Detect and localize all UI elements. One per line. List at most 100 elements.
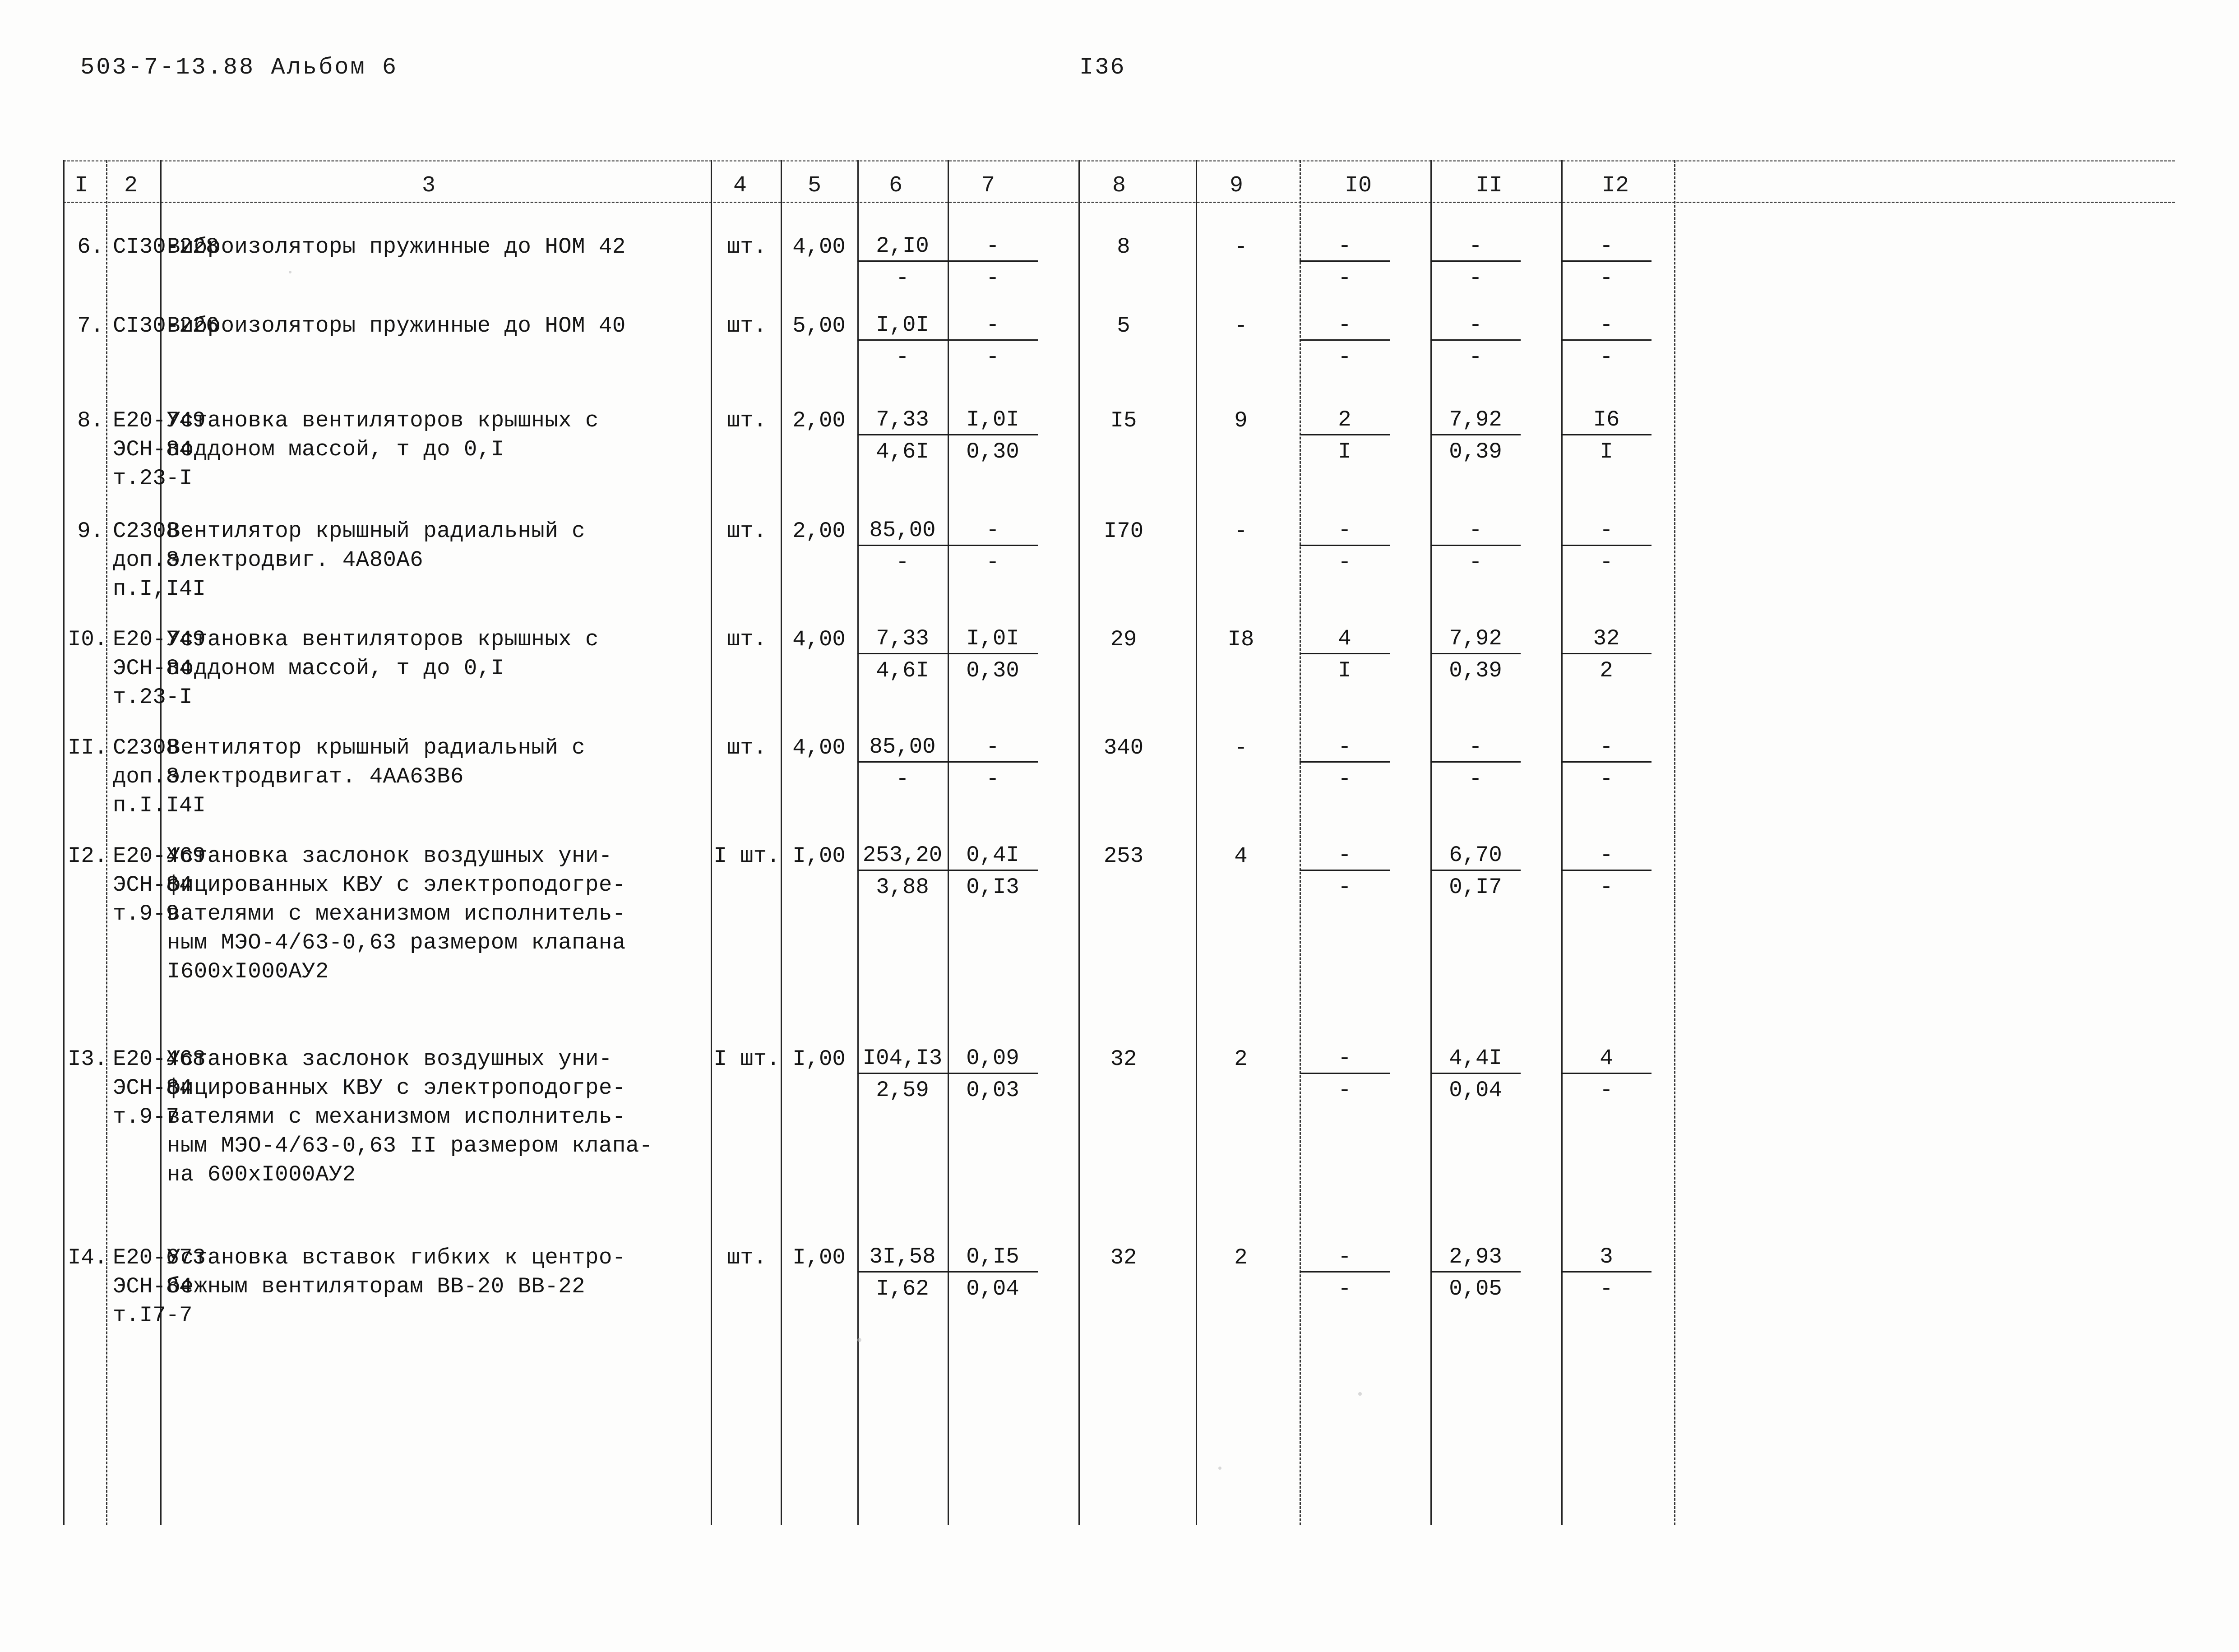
- column-header-4: 4: [733, 173, 747, 199]
- row-description: Установка вентиляторов крышных с поддоно…: [167, 408, 599, 462]
- row-col12-value: 4-: [1561, 1045, 1651, 1104]
- row-col7-value: 0,I5 0,04: [948, 1243, 1038, 1302]
- row-description: Вентилятор крышный радиальный с электрод…: [167, 735, 586, 789]
- row-col7-value-top: 0,4I: [948, 842, 1038, 871]
- row-col12-value: --: [1561, 311, 1651, 370]
- row-col10-value: --: [1300, 733, 1390, 792]
- document-page: 503-7-13.88 Альбом 6 I36 I 2 3 4 5 6 7 8 9 I0 II I2…: [0, 0, 2239, 1652]
- row-col8-value: I70: [1103, 518, 1144, 544]
- row-col6-value: 2,I0 -: [857, 232, 948, 292]
- row-unit: шт.: [726, 313, 767, 338]
- row-col7-value-top: -: [948, 232, 1038, 262]
- row-col11-value-bottom: -: [1469, 550, 1482, 575]
- row-quantity: 5,00: [792, 313, 846, 338]
- row-col12-value-bottom: -: [1600, 1276, 1613, 1301]
- column-header-12: I2: [1601, 173, 1629, 199]
- row-col7-value-bottom: 0,04: [966, 1276, 1019, 1301]
- row-col6-value-bottom: -: [896, 344, 909, 370]
- row-number: I2.: [68, 843, 108, 869]
- row-col6-value: 253,20 3,88: [857, 842, 948, 901]
- row-col12-value: --: [1561, 842, 1651, 901]
- row-col11-value: 4,4I 0,04: [1430, 1045, 1521, 1104]
- column-header-1: I: [74, 173, 88, 199]
- row-col10-value-bottom: -: [1338, 1276, 1351, 1301]
- row-col8-value: 340: [1103, 735, 1144, 760]
- row-col10-value-top: -: [1300, 733, 1390, 763]
- row-col11-value: 6,70 0,I7: [1430, 842, 1521, 901]
- row-quantity: 2,00: [792, 518, 846, 544]
- row-col10-value-top: -: [1300, 311, 1390, 341]
- row-number: 9.: [77, 518, 104, 544]
- row-quantity: I,00: [792, 1245, 846, 1270]
- row-col9-value: -: [1234, 518, 1248, 544]
- row-col12-value-bottom: -: [1600, 1078, 1613, 1103]
- row-col6-value: I,0I -: [857, 311, 948, 370]
- row-col6-value-top: 253,20: [857, 842, 948, 871]
- row-unit: шт.: [726, 234, 767, 259]
- row-col10-value-bottom: -: [1338, 265, 1351, 291]
- row-col10-value-top: -: [1300, 1045, 1390, 1074]
- row-col9-value: 2: [1234, 1046, 1248, 1072]
- row-col11-value-bottom: -: [1469, 344, 1482, 370]
- row-col7-value: --: [948, 232, 1038, 292]
- row-col7-value: 0,09 0,03: [948, 1045, 1038, 1104]
- row-quantity: I,00: [792, 843, 846, 869]
- row-description: Установка вставок гибких к центро- бежны…: [167, 1245, 626, 1299]
- row-col11-value-top: 7,92: [1430, 625, 1521, 654]
- column-header-11: II: [1475, 173, 1503, 199]
- row-col11-value-top: -: [1430, 311, 1521, 341]
- row-col9-value: 9: [1234, 408, 1248, 433]
- row-col6-value-bottom: 4,6I: [876, 439, 929, 464]
- column-header-7: 7: [981, 173, 995, 199]
- row-col11-value: 2,93 0,05: [1430, 1243, 1521, 1302]
- row-col7-value: --: [948, 311, 1038, 370]
- row-description: Виброизоляторы пружинные до HOM 42: [167, 234, 626, 259]
- row-col8-value: 8: [1117, 234, 1130, 259]
- row-col12-value-bottom: -: [1600, 265, 1613, 291]
- row-col6-value-bottom: -: [896, 766, 909, 791]
- row-col7-value: 0,4I 0,I3: [948, 842, 1038, 901]
- row-col11-value-bottom: -: [1469, 766, 1482, 791]
- column-separator-0: [63, 160, 65, 1525]
- row-quantity: 4,00: [792, 735, 846, 760]
- row-number: II.: [68, 735, 108, 760]
- row-col10-value-bottom: -: [1338, 344, 1351, 370]
- row-col12-value: I6 I: [1561, 406, 1651, 465]
- row-col7-value: --: [948, 517, 1038, 576]
- row-col7-value-bottom: 0,30: [966, 658, 1019, 683]
- row-col11-value: --: [1430, 311, 1521, 370]
- row-col10-value-top: 4: [1300, 625, 1390, 654]
- row-col7-value: --: [948, 733, 1038, 792]
- row-col11-value-bottom: 0,39: [1449, 439, 1502, 464]
- row-col12-value-top: 32: [1561, 625, 1651, 654]
- row-col7-value: I,0I 0,30: [948, 625, 1038, 684]
- row-col11-value-top: 6,70: [1430, 842, 1521, 871]
- row-unit: шт.: [726, 1245, 767, 1270]
- row-col6-value: 3I,58 I,62: [857, 1243, 948, 1302]
- row-col10-value: --: [1300, 517, 1390, 576]
- row-col6-value-top: I,0I: [857, 311, 948, 341]
- row-col11-value-bottom: 0,39: [1449, 658, 1502, 683]
- row-col7-value-bottom: -: [986, 766, 999, 791]
- column-separator-1: [106, 160, 107, 1525]
- column-separator-3: [711, 160, 712, 1525]
- row-col6-value-top: 85,00: [857, 517, 948, 546]
- row-col8-value: 32: [1110, 1245, 1137, 1270]
- row-col6-value-bottom: 3,88: [876, 875, 929, 900]
- row-col6-value-top: 85,00: [857, 733, 948, 763]
- row-col10-value-top: 2: [1300, 406, 1390, 435]
- row-col12-value-bottom: 2: [1600, 658, 1613, 683]
- row-col7-value-bottom: 0,03: [966, 1078, 1019, 1103]
- row-col6-value-top: 7,33: [857, 406, 948, 435]
- row-col12-value: 3-: [1561, 1243, 1651, 1302]
- row-col11-value: 7,92 0,39: [1430, 406, 1521, 465]
- row-col11-value-bottom: -: [1469, 265, 1482, 291]
- row-description: Установка заслонок воздушных уни- фициро…: [167, 843, 626, 984]
- row-col10-value: --: [1300, 311, 1390, 370]
- row-col10-value-top: -: [1300, 517, 1390, 546]
- row-col10-value: --: [1300, 842, 1390, 901]
- row-col10-value: 4I: [1300, 625, 1390, 684]
- row-col7-value-top: 0,I5: [948, 1243, 1038, 1273]
- scan-speck: [1218, 1467, 1221, 1470]
- column-header-6: 6: [888, 173, 902, 199]
